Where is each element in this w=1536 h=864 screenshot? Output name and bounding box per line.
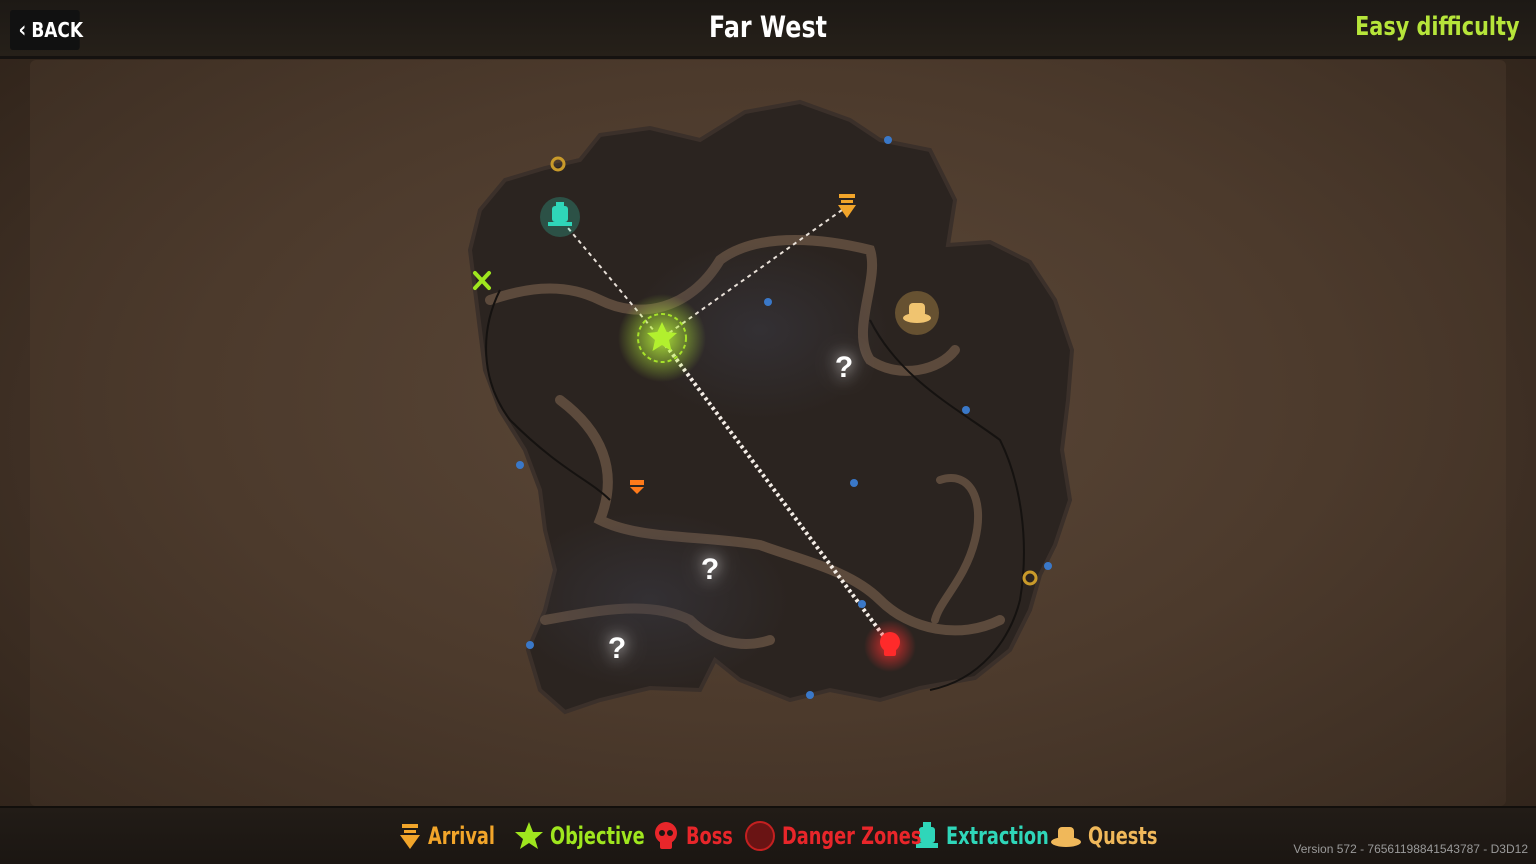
legend-label-boss: Boss xyxy=(686,822,733,850)
legend-item-arrival: Arrival xyxy=(398,822,496,850)
map-screen: ‹ BACK Far West Easy difficulty ? ? ? Ar… xyxy=(0,0,1536,864)
fog-patch xyxy=(510,510,790,690)
legend-item-objective: Objective xyxy=(514,821,645,851)
unknown-location-marker[interactable]: ? xyxy=(608,632,626,666)
unknown-location-marker[interactable]: ? xyxy=(835,351,853,385)
skull-icon xyxy=(655,822,677,849)
unknown-location-marker[interactable]: ? xyxy=(701,553,719,587)
legend-label-quests: Quests xyxy=(1088,822,1158,850)
legend-item-quests: Quests xyxy=(1050,822,1158,850)
cowboy-hat-icon xyxy=(1051,827,1081,847)
legend-label-extraction: Extraction xyxy=(946,822,1049,850)
legend-label-objective: Objective xyxy=(550,822,645,850)
legend-bar: Arrival Objective Boss Danger Zones Extr… xyxy=(0,806,1536,864)
legend-item-extraction: Extraction xyxy=(914,821,1049,851)
danger-circle-icon xyxy=(745,821,775,851)
legend-item-danger-zones: Danger Zones xyxy=(744,820,922,852)
map-canvas xyxy=(467,99,1075,715)
star-icon xyxy=(515,822,543,849)
version-text: Version 572 - 76561198841543787 - D3D12 xyxy=(1293,842,1528,856)
legend-items: Arrival Objective Boss Danger Zones Extr… xyxy=(398,820,1158,852)
legend-label-danger-zones: Danger Zones xyxy=(782,822,922,850)
legend-label-arrival: Arrival xyxy=(428,822,496,850)
arrival-arrow-icon xyxy=(400,824,420,849)
legend-item-boss: Boss xyxy=(652,821,733,851)
